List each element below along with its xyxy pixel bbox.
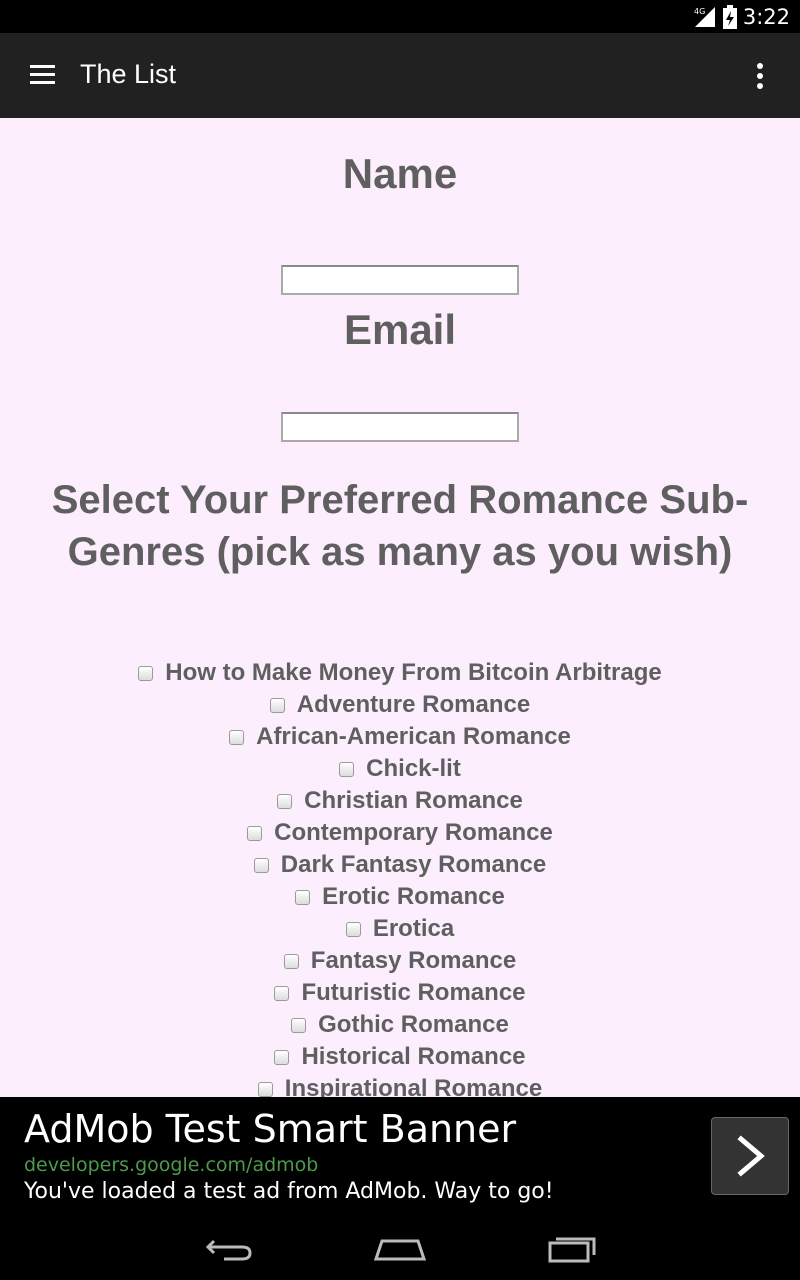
genre-checkbox[interactable] [345,921,361,937]
back-icon[interactable] [200,1231,260,1265]
name-field-wrapper [0,265,800,297]
genre-checkbox[interactable] [257,1081,273,1097]
genre-label: Chick-lit [366,755,461,782]
genre-option[interactable]: Adventure Romance [0,689,800,721]
genre-checkbox[interactable] [274,985,290,1001]
recent-apps-icon[interactable] [542,1231,602,1265]
app-title: The List [80,59,177,89]
email-input[interactable] [281,412,519,442]
ad-url[interactable]: developers.google.com/admob [24,1154,318,1176]
signal-4g-icon: 4G [694,7,715,27]
app-bar: The List [0,33,800,118]
ad-description: You've loaded a test ad from AdMob. Way … [24,1179,554,1204]
home-icon[interactable] [370,1231,430,1265]
genre-option[interactable]: African-American Romance [0,721,800,753]
genre-checkbox[interactable] [269,697,285,713]
email-label: Email [343,306,457,353]
genre-option[interactable]: Gothic Romance [0,1009,800,1041]
name-input[interactable] [281,265,519,295]
status-time: 3:22 [742,5,790,29]
genre-checkbox[interactable] [138,665,154,681]
status-bar: 4G 3:22 [0,0,800,33]
genre-checkbox[interactable] [229,729,245,745]
genre-label: Christian Romance [304,787,523,814]
genre-label: African-American Romance [256,723,571,750]
name-label: Name [342,150,458,197]
ad-title: AdMob Test Smart Banner [24,1107,517,1151]
chevron-right-icon [737,1135,765,1177]
genre-checkbox[interactable] [295,889,311,905]
genre-label: Historical Romance [301,1043,526,1070]
genre-option[interactable]: Historical Romance [0,1041,800,1073]
genre-label: Fantasy Romance [310,947,517,974]
genre-option[interactable]: Contemporary Romance [0,817,800,849]
genre-checkbox[interactable] [283,953,299,969]
more-vertical-icon[interactable] [750,61,770,91]
genre-checkbox[interactable] [247,825,263,841]
genre-option[interactable]: Fantasy Romance [0,945,800,977]
genre-option[interactable]: Dark Fantasy Romance [0,849,800,881]
genre-option[interactable]: Chick-lit [0,753,800,785]
genre-label: Gothic Romance [318,1011,509,1038]
genre-label: Futuristic Romance [301,979,526,1006]
signup-form[interactable]: Name Email Select Your Preferred Romance… [0,118,800,1097]
genre-checkbox[interactable] [274,1049,290,1065]
genre-checkbox[interactable] [253,857,269,873]
genres-heading: Select Your Preferred Romance Sub-Genres… [51,478,749,574]
ad-banner[interactable]: AdMob Test Smart Banner developers.googl… [0,1097,800,1217]
ad-open-button[interactable] [711,1117,789,1195]
genre-option[interactable]: Erotica [0,913,800,945]
genre-option[interactable]: How to Make Money From Bitcoin Arbitrage [0,657,800,689]
system-nav-bar [0,1217,800,1280]
hamburger-menu-icon[interactable] [30,65,55,85]
genre-checkbox[interactable] [277,793,293,809]
genre-checkbox[interactable] [291,1017,307,1033]
genre-option[interactable]: Futuristic Romance [0,977,800,1009]
genre-list: How to Make Money From Bitcoin Arbitrage… [0,657,800,1097]
status-icons: 4G 3:22 [693,4,790,30]
genre-option[interactable]: Erotic Romance [0,881,800,913]
genre-label: Inspirational Romance [284,1075,543,1097]
genre-label: Erotic Romance [322,883,505,910]
genre-option[interactable]: Christian Romance [0,785,800,817]
genre-checkbox[interactable] [339,761,355,777]
genre-option[interactable]: Inspirational Romance [0,1073,800,1097]
genre-label: Dark Fantasy Romance [280,851,547,878]
genre-label: Erotica [372,915,455,942]
genre-label: Adventure Romance [296,691,531,718]
battery-icon [722,5,737,29]
svg-text:4G: 4G [694,7,705,16]
email-field-wrapper [0,412,800,444]
genre-label: Contemporary Romance [274,819,553,846]
genre-label: How to Make Money From Bitcoin Arbitrage [165,659,662,686]
